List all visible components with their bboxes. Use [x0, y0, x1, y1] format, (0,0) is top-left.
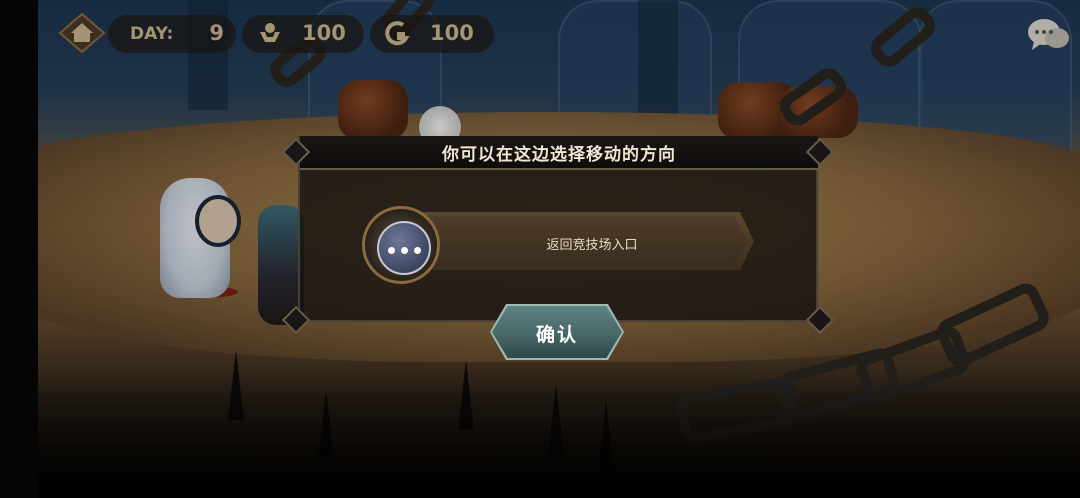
direction-option-arena-entrance[interactable]: 返回竞技场入口	[362, 206, 766, 284]
option-label: 返回竞技场入口	[546, 238, 638, 253]
option-icon-frame	[362, 206, 440, 284]
confirm-button[interactable]: 确认	[490, 304, 624, 360]
confirm-label: 确认	[535, 324, 578, 346]
dialog-title: 你可以在这边选择移动的方向	[442, 145, 676, 165]
screen-left-edge	[0, 0, 38, 498]
more-dots-icon	[377, 221, 431, 275]
